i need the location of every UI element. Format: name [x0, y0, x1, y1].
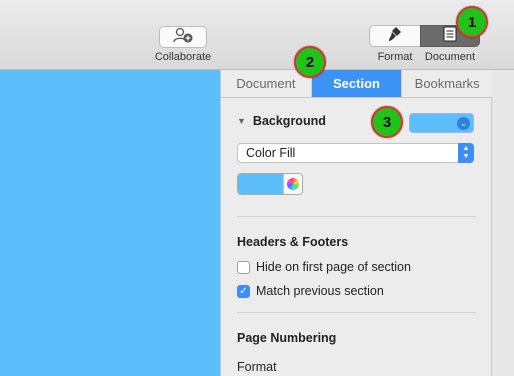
disclosure-triangle-icon: ▼: [237, 116, 246, 126]
color-swatch[interactable]: [237, 173, 303, 195]
background-color-popup[interactable]: ⌄: [409, 113, 474, 133]
format-label: Format: [237, 360, 277, 374]
match-previous-checkbox[interactable]: ✓: [237, 284, 250, 298]
hide-first-page-label: Hide on first page of section: [256, 260, 411, 274]
background-heading: Background: [252, 114, 326, 128]
color-wheel-icon: [287, 178, 299, 190]
checkmark-icon: ✓: [239, 285, 248, 297]
hide-first-page-option[interactable]: Hide on first page of section: [237, 260, 411, 274]
divider: [237, 216, 476, 217]
fill-type-value: Color Fill: [246, 146, 296, 160]
inspector-tabs: Document Section Bookmarks: [221, 70, 492, 98]
hide-first-page-checkbox[interactable]: [237, 260, 250, 274]
tab-document[interactable]: Document: [221, 70, 312, 97]
document-icon: [443, 26, 457, 47]
color-fill-preview: [238, 174, 283, 194]
callout-1: 1: [456, 6, 488, 38]
match-previous-label: Match previous section: [256, 284, 384, 298]
collaborate-label: Collaborate: [154, 51, 212, 63]
tab-section[interactable]: Section: [311, 70, 403, 97]
window-edge: [491, 70, 514, 376]
color-wheel-button[interactable]: [283, 174, 302, 194]
collaborate-button[interactable]: [159, 26, 207, 48]
toolbar: Collaborate Format Document: [0, 0, 514, 70]
format-button[interactable]: [369, 25, 421, 47]
chevron-down-icon: ⌄: [457, 117, 470, 130]
paintbrush-icon: [387, 26, 403, 47]
fill-type-select[interactable]: Color Fill ▲ ▼: [237, 143, 474, 163]
add-person-icon: [172, 27, 194, 48]
callout-2: 2: [294, 46, 326, 78]
tab-bookmarks[interactable]: Bookmarks: [402, 70, 492, 97]
document-inspector: Document Section Bookmarks ▼ Background …: [220, 70, 492, 376]
document-canvas[interactable]: [0, 70, 220, 376]
headers-footers-heading: Headers & Footers: [237, 235, 349, 249]
background-disclosure[interactable]: ▼ Background: [237, 114, 326, 128]
document-label: Document: [424, 51, 476, 63]
select-stepper-icon: ▲ ▼: [458, 143, 474, 163]
divider: [237, 312, 476, 313]
format-label: Format: [377, 51, 413, 63]
callout-3: 3: [371, 106, 403, 138]
page-numbering-heading: Page Numbering: [237, 331, 337, 345]
match-previous-option[interactable]: ✓ Match previous section: [237, 284, 384, 298]
